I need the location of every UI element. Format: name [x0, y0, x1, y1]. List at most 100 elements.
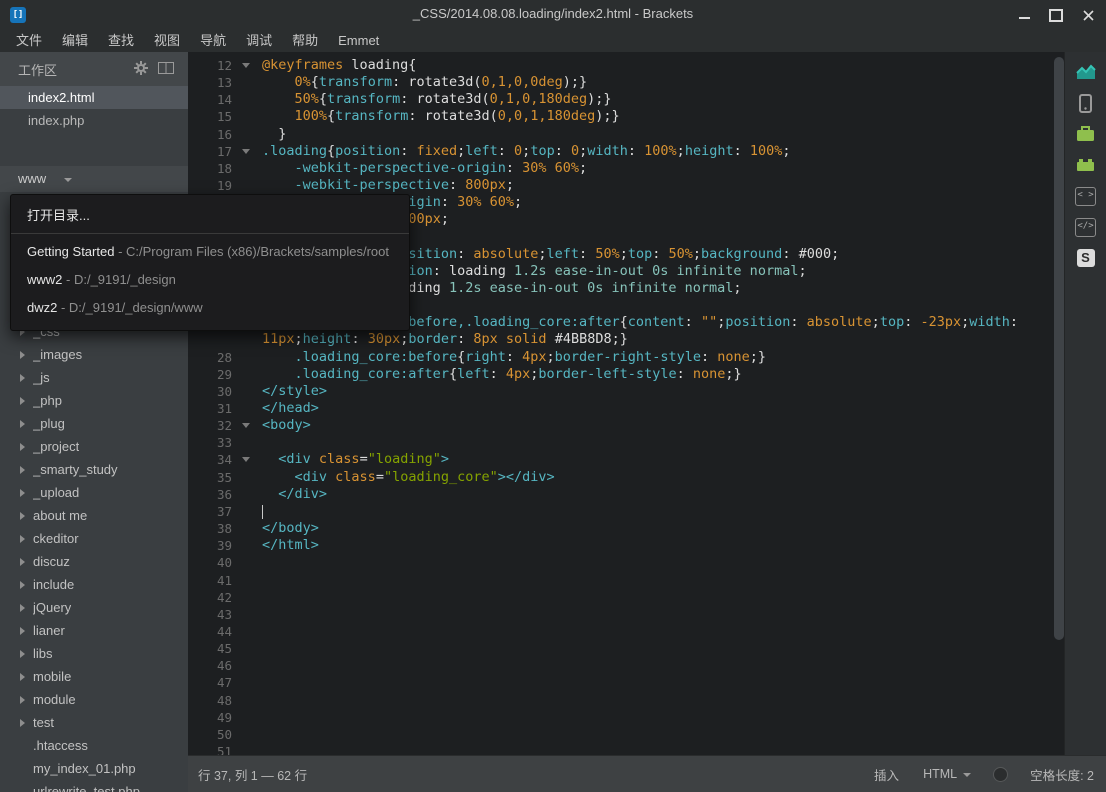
open-directory-item[interactable]: 打开目录... [11, 197, 409, 233]
code-row-47: 47 [188, 674, 1065, 692]
tree-item-about me[interactable]: about me [0, 504, 188, 527]
tree-item-libs[interactable]: libs [0, 642, 188, 665]
collapse-arrow-icon [20, 489, 25, 497]
tree-item-_images[interactable]: _images [0, 343, 188, 366]
code-text: } [262, 126, 286, 143]
maximize-button[interactable] [1048, 7, 1064, 23]
tree-item-.htaccess[interactable]: .htaccess [0, 734, 188, 757]
toolbox-icon[interactable] [1074, 123, 1098, 145]
close-button[interactable] [1080, 7, 1096, 23]
gear-icon[interactable] [134, 61, 148, 78]
tree-item-_plug[interactable]: _plug [0, 412, 188, 435]
tree-item-my_index_01.php[interactable]: my_index_01.php [0, 757, 188, 780]
project-option-Getting Started[interactable]: Getting Started - C:/Program Files (x86)… [11, 238, 409, 266]
status-indicator-icon[interactable] [993, 767, 1008, 782]
tree-item-_php[interactable]: _php [0, 389, 188, 412]
code-row-48: 48 [188, 692, 1065, 710]
menu-emmet[interactable]: Emmet [328, 30, 389, 52]
tree-item-label: module [33, 692, 76, 707]
extension-manager-icon[interactable] [1074, 154, 1098, 176]
code-text: </body> [262, 520, 319, 537]
line-number: 43 [188, 606, 232, 623]
working-files-list: index2.htmlindex.php [0, 86, 188, 132]
project-option-dwz2[interactable]: dwz2 - D:/_9191/_design/www [11, 294, 409, 322]
code-text: .loading{position: fixed;left: 0;top: 0;… [262, 143, 791, 160]
fold-arrow-icon[interactable] [242, 423, 250, 428]
tree-item-lianer[interactable]: lianer [0, 619, 188, 642]
code-text: </div> [262, 486, 327, 503]
code-text: </html> [262, 537, 319, 554]
menu-file[interactable]: 文件 [6, 30, 52, 52]
tree-item-test[interactable]: test [0, 711, 188, 734]
code-beautify-icon[interactable]: </> [1074, 216, 1098, 238]
menu-find[interactable]: 查找 [98, 30, 144, 52]
tree-item-include[interactable]: include [0, 573, 188, 596]
code-row-41: 41 [188, 572, 1065, 590]
project-option-name: Getting Started [27, 244, 114, 259]
code-tag-icon[interactable]: < > [1074, 185, 1098, 207]
tree-item-label: jQuery [33, 600, 71, 615]
maximize-icon [1049, 9, 1063, 22]
code-row-12: 12@keyframes loading{ [188, 57, 1065, 75]
tree-item-_js[interactable]: _js [0, 366, 188, 389]
minimize-button[interactable] [1016, 7, 1032, 23]
fold-arrow-icon[interactable] [242, 63, 250, 68]
fold-arrow-icon[interactable] [242, 457, 250, 462]
code-text: @keyframes loading{ [262, 57, 416, 74]
code-text: <body> [262, 417, 311, 434]
menu-help[interactable]: 帮助 [282, 30, 328, 52]
tree-item-jQuery[interactable]: jQuery [0, 596, 188, 619]
tree-item-ckeditor[interactable]: ckeditor [0, 527, 188, 550]
code-row-32: 32<body> [188, 417, 1065, 435]
working-file-index.php[interactable]: index.php [0, 109, 188, 132]
menu-edit[interactable]: 编辑 [52, 30, 98, 52]
code-row-34: 34 <div class="loading"> [188, 451, 1065, 469]
working-file-index2.html[interactable]: index2.html [0, 86, 188, 109]
project-selector[interactable]: www [0, 166, 188, 192]
insert-mode-status[interactable]: 插入 [874, 765, 899, 784]
line-number: 47 [188, 674, 232, 691]
mobile-view-icon[interactable] [1074, 92, 1098, 114]
live-preview-chart-icon[interactable] [1074, 61, 1098, 83]
tree-item-discuz[interactable]: discuz [0, 550, 188, 573]
code-editor[interactable]: 12@keyframes loading{13 0%{transform: ro… [188, 52, 1065, 756]
tree-item-_smarty_study[interactable]: _smarty_study [0, 458, 188, 481]
menu-debug[interactable]: 调试 [236, 30, 282, 52]
spaces-setting[interactable]: 空格长度: 2 [1030, 765, 1094, 784]
code-row-31: 31</head> [188, 400, 1065, 418]
collapse-arrow-icon [20, 443, 25, 451]
menu-view[interactable]: 视图 [144, 30, 190, 52]
code-row-33: 33 [188, 434, 1065, 452]
cursor-position-status: 行 37, 列 1 — 62 行 [198, 765, 307, 784]
fold-arrow-icon[interactable] [242, 149, 250, 154]
line-number: 49 [188, 709, 232, 726]
tree-item-_project[interactable]: _project [0, 435, 188, 458]
code-row-39: 39</html> [188, 537, 1065, 555]
code-row-40: 40 [188, 554, 1065, 572]
window-chrome: [] _CSS/2014.08.08.loading/index2.html -… [0, 0, 1106, 52]
language-selector[interactable]: HTML [923, 767, 971, 781]
code-row-13: 13 0%{transform: rotate3d(0,1,0,0deg);} [188, 74, 1065, 92]
tree-item-label: discuz [33, 554, 70, 569]
tree-item-urlrewrite_test.php[interactable]: urlrewrite_test.php [0, 780, 188, 792]
code-row-35: 35 <div class="loading_core"></div> [188, 469, 1065, 487]
split-view-icon[interactable] [158, 62, 174, 77]
window-title: _CSS/2014.08.08.loading/index2.html - Br… [0, 6, 1106, 21]
tree-item-module[interactable]: module [0, 688, 188, 711]
collapse-arrow-icon [20, 397, 25, 405]
tree-item-label: mobile [33, 669, 71, 684]
line-number: 46 [188, 657, 232, 674]
line-number: 19 [188, 177, 232, 194]
project-option-www2[interactable]: www2 - D:/_9191/_design [11, 266, 409, 294]
tree-item-mobile[interactable]: mobile [0, 665, 188, 688]
editor-scrollbar-thumb[interactable] [1054, 57, 1064, 640]
code-row-45: 45 [188, 640, 1065, 658]
statusbar: 行 37, 列 1 — 62 行 插入 HTML 空格长度: 2 [188, 755, 1106, 792]
line-number: 50 [188, 726, 232, 743]
tree-item-_upload[interactable]: _upload [0, 481, 188, 504]
project-dropdown-menu: 打开目录... Getting Started - C:/Program Fil… [10, 194, 410, 331]
working-files-header: 工作区 [0, 52, 188, 86]
line-number: 17 [188, 143, 232, 160]
menu-navigate[interactable]: 导航 [190, 30, 236, 52]
snippets-icon[interactable]: S [1074, 247, 1098, 269]
